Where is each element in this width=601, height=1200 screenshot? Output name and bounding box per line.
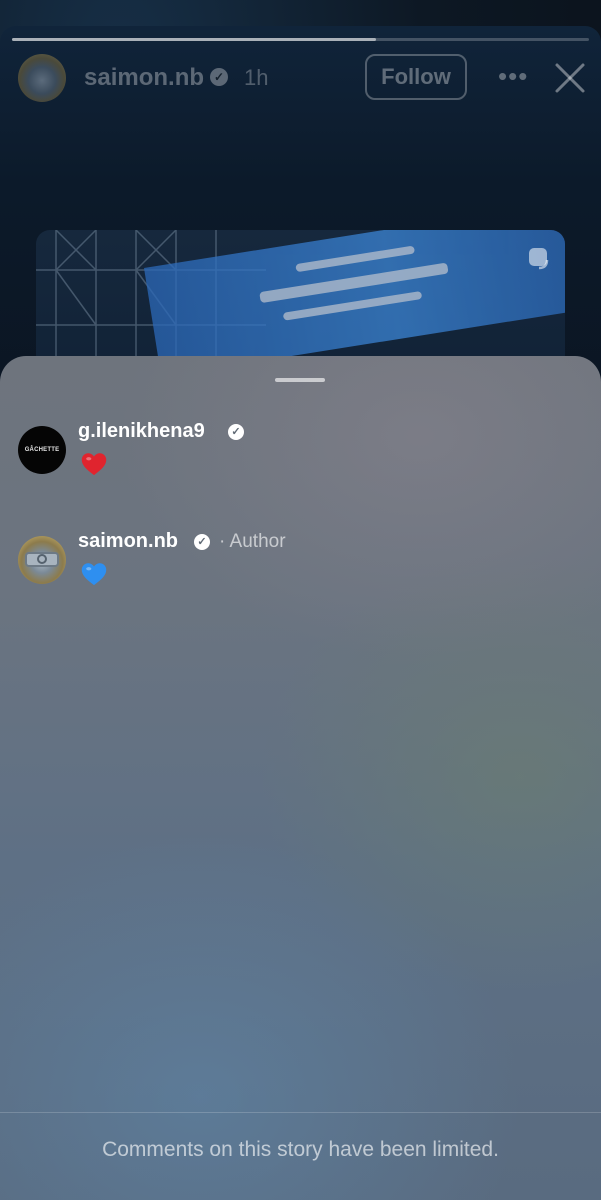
commenter-avatar[interactable]	[18, 536, 66, 584]
follow-button[interactable]: Follow	[365, 54, 467, 100]
story-avatar[interactable]	[18, 54, 66, 102]
author-tag: · Author	[219, 531, 286, 552]
story-username[interactable]: saimon.nb	[84, 64, 204, 92]
blue-heart-icon	[81, 563, 107, 586]
story-header: saimon.nb ✓ 1h Follow •••	[18, 54, 588, 104]
more-options-icon[interactable]: •••	[498, 63, 527, 89]
comment-item: GÂCHETTE g.ilenikhena9 ✓	[18, 420, 578, 490]
verified-badge-icon: ✓	[194, 534, 210, 550]
sheet-divider	[0, 1112, 601, 1113]
sticker-icon[interactable]	[527, 246, 551, 272]
red-heart-icon	[81, 453, 107, 476]
close-icon[interactable]	[554, 62, 586, 94]
story-progress-bar	[12, 38, 589, 41]
comment-reaction	[80, 560, 108, 588]
comments-limited-notice: Comments on this story have been limited…	[102, 1138, 499, 1161]
sheet-drag-handle[interactable]	[275, 378, 325, 382]
commenter-username[interactable]: g.ilenikhena9	[78, 420, 205, 443]
story-progress-fill	[12, 38, 376, 41]
story-timestamp: 1h	[244, 65, 269, 90]
verified-badge-icon: ✓	[228, 424, 244, 440]
commenter-avatar[interactable]: GÂCHETTE	[18, 426, 66, 474]
verified-badge-icon: ✓	[210, 68, 228, 86]
comment-item: saimon.nb ✓ · Author	[18, 530, 578, 600]
leaf-symbol-icon	[37, 554, 47, 564]
commenter-username[interactable]: saimon.nb	[78, 530, 178, 553]
comments-sheet: GÂCHETTE g.ilenikhena9 ✓ saimon.nb ✓ · A…	[0, 356, 601, 1200]
comment-reaction	[80, 450, 108, 478]
